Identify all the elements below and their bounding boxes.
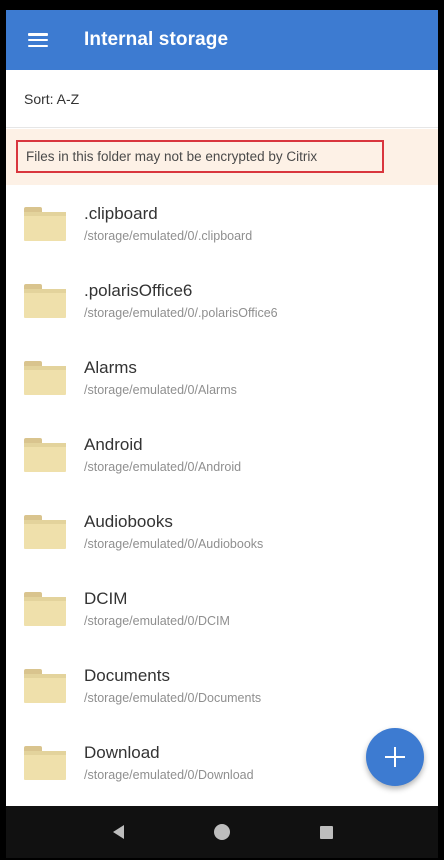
home-button[interactable] [202, 812, 242, 852]
encryption-warning-banner: Files in this folder may not be encrypte… [6, 129, 438, 185]
file-name: DCIM [84, 588, 128, 608]
list-item[interactable]: .clipboard /storage/emulated/0/.clipboar… [6, 185, 438, 262]
folder-icon [24, 437, 66, 472]
hamburger-menu-icon [28, 33, 48, 47]
file-name: Alarms [84, 357, 137, 377]
system-nav-bar [6, 806, 438, 858]
folder-icon [24, 283, 66, 318]
folder-icon [24, 514, 66, 549]
folder-icon [24, 360, 66, 395]
list-item[interactable]: Documents /storage/emulated/0/Documents [6, 647, 438, 724]
list-item[interactable]: Audiobooks /storage/emulated/0/Audiobook… [6, 493, 438, 570]
file-path: /storage/emulated/0/Download [84, 767, 254, 782]
recents-button[interactable] [306, 812, 346, 852]
list-item[interactable]: Android /storage/emulated/0/Android [6, 416, 438, 493]
file-name: Audiobooks [84, 511, 173, 531]
plus-icon [385, 747, 405, 767]
app-bar: Internal storage [6, 10, 438, 70]
menu-button[interactable] [6, 10, 70, 70]
home-icon [214, 824, 230, 840]
list-item[interactable]: .polarisOffice6 /storage/emulated/0/.pol… [6, 262, 438, 339]
folder-icon [24, 668, 66, 703]
back-icon [112, 825, 124, 839]
recents-icon [319, 825, 333, 839]
file-path: /storage/emulated/0/Audiobooks [84, 536, 264, 551]
list-item[interactable]: Alarms /storage/emulated/0/Alarms [6, 339, 438, 416]
file-name: .polarisOffice6 [84, 280, 193, 300]
add-button[interactable] [366, 728, 424, 786]
page-title: Internal storage [84, 29, 229, 50]
list-item[interactable]: DCIM /storage/emulated/0/DCIM [6, 570, 438, 647]
file-path: /storage/emulated/0/Documents [84, 690, 262, 705]
phone-screen: Internal storage Sort: A-Z Files in this… [6, 10, 438, 806]
file-name: .clipboard [84, 203, 158, 223]
sort-selector[interactable]: Sort: A-Z [6, 70, 438, 128]
file-name: Download [84, 742, 160, 762]
file-path: /storage/emulated/0/.polarisOffice6 [84, 305, 278, 320]
file-path: /storage/emulated/0/DCIM [84, 613, 230, 628]
folder-icon [24, 745, 66, 780]
folder-icon [24, 206, 66, 241]
file-path: /storage/emulated/0/Android [84, 459, 242, 474]
file-name: Android [84, 434, 143, 454]
file-path: /storage/emulated/0/Alarms [84, 382, 237, 397]
file-path: /storage/emulated/0/.clipboard [84, 228, 253, 243]
encryption-warning-text: Files in this folder may not be encrypte… [16, 140, 384, 173]
file-list: .clipboard /storage/emulated/0/.clipboar… [6, 185, 438, 801]
file-name: Documents [84, 665, 170, 685]
folder-icon [24, 591, 66, 626]
back-button[interactable] [98, 812, 138, 852]
